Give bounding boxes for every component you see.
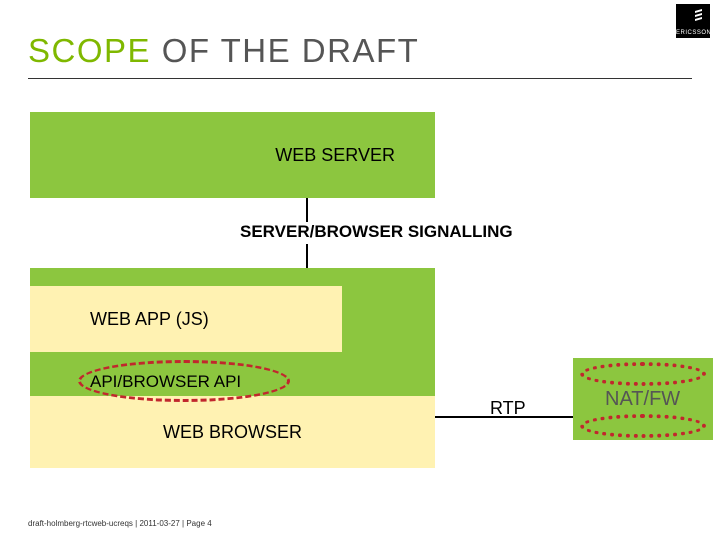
label-natfw: NAT/FW bbox=[605, 388, 680, 411]
label-web-browser: WEB BROWSER bbox=[163, 422, 302, 443]
label-rtp: RTP bbox=[490, 398, 526, 419]
title-rule bbox=[28, 78, 692, 79]
label-web-server: WEB SERVER bbox=[275, 145, 395, 166]
connector-server-to-signalling bbox=[306, 198, 308, 222]
footer-doc: draft-holmberg-rtcweb-ucreqs bbox=[28, 519, 133, 528]
highlight-ellipse-natfw-bottom-icon bbox=[580, 414, 706, 438]
footer-date: 2011-03-27 bbox=[139, 519, 179, 528]
label-server-browser-signalling: SERVER/BROWSER SIGNALLING bbox=[240, 222, 513, 242]
page-title-rest: OF THE DRAFT bbox=[151, 32, 419, 69]
connector-signalling-to-app bbox=[306, 244, 308, 268]
footer-page: Page 4 bbox=[186, 519, 211, 528]
label-web-app-js: WEB APP (JS) bbox=[90, 309, 209, 330]
box-web-server: WEB SERVER bbox=[30, 112, 435, 198]
footer: draft-holmberg-rtcweb-ucreqs | 2011-03-2… bbox=[28, 519, 212, 528]
highlight-ellipse-api-icon bbox=[78, 360, 290, 402]
box-web-app-js: WEB APP (JS) bbox=[30, 286, 342, 352]
page-title: SCOPE OF THE DRAFT bbox=[28, 32, 419, 70]
box-web-browser: WEB BROWSER bbox=[30, 396, 435, 468]
ericsson-logo-text: ERICSSON bbox=[676, 30, 710, 36]
ericsson-logo-bars-icon bbox=[695, 10, 702, 22]
highlight-ellipse-natfw-top-icon bbox=[580, 362, 706, 386]
ericsson-logo: ERICSSON bbox=[676, 4, 710, 38]
page-title-accent: SCOPE bbox=[28, 32, 151, 69]
